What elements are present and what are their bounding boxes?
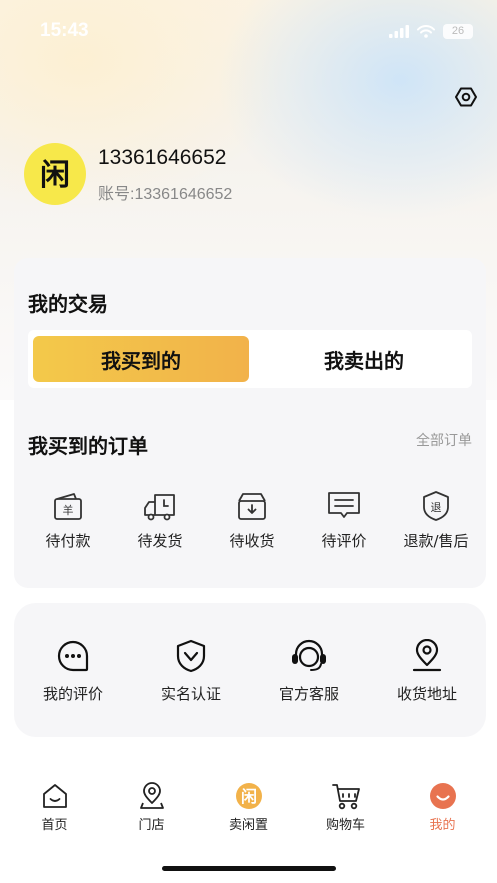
- tab-home[interactable]: 首页: [10, 782, 100, 838]
- order-pending-payment[interactable]: 羊 待付款: [32, 490, 104, 551]
- service-label: 收货地址: [396, 685, 457, 703]
- order-label: 待评价: [321, 532, 367, 550]
- headset-icon: [292, 639, 326, 671]
- tab-label: 我的: [429, 818, 456, 833]
- signal-icon: [389, 25, 409, 38]
- tab-label: 卖闲置: [228, 818, 268, 833]
- order-pending-receipt[interactable]: 待收货: [216, 490, 288, 551]
- order-pending-review[interactable]: 待评价: [308, 490, 380, 551]
- svg-text:退: 退: [431, 501, 442, 514]
- order-label: 待发货: [137, 532, 183, 550]
- review-icon: [328, 492, 360, 518]
- cart-icon: [331, 784, 360, 810]
- order-label: 待收货: [229, 532, 275, 550]
- svg-text:羊: 羊: [63, 503, 74, 517]
- service-customer-support[interactable]: 官方客服: [261, 639, 357, 704]
- orders-title: 我买到的订单: [28, 434, 148, 458]
- order-label: 退款/售后: [403, 532, 469, 550]
- service-address[interactable]: 收货地址: [379, 639, 475, 704]
- status-icons: 26: [389, 24, 473, 39]
- avatar-char: 闲: [40, 158, 70, 193]
- order-label: 待付款: [45, 532, 91, 550]
- avatar-logo-icon: 闲: [40, 158, 70, 193]
- order-status-row: 羊 待付款 待发货 待收货 待评价 退 退款/售后: [14, 490, 486, 551]
- profile-icon: [429, 783, 456, 809]
- services-row: 我的评价 实名认证 官方客服 收货地址: [14, 639, 486, 704]
- home-icon: [42, 784, 67, 808]
- sell-idle-icon: 闲: [235, 783, 262, 809]
- service-label: 实名认证: [160, 685, 221, 703]
- settings-hex-icon[interactable]: [455, 86, 477, 108]
- chat-bubble-icon: [57, 640, 89, 672]
- order-refund-aftersale[interactable]: 退 退款/售后: [400, 490, 472, 551]
- user-name: 13361646652: [98, 146, 227, 169]
- box-receive-icon: [238, 493, 266, 520]
- refund-icon: 退: [423, 491, 449, 521]
- trade-card: 我的交易 我买到的 我卖出的 我买到的订单 全部订单 羊 待付款 待发货 待收货…: [14, 258, 486, 588]
- bottom-tab-bar: 首页 门店 闲 卖闲置 购物车 我的: [0, 782, 497, 838]
- service-label: 官方客服: [278, 685, 339, 703]
- service-real-name[interactable]: 实名认证: [143, 639, 239, 704]
- tab-mine[interactable]: 我的: [398, 782, 488, 838]
- service-label: 我的评价: [42, 685, 103, 703]
- services-card: 我的评价 实名认证 官方客服 收货地址: [14, 603, 486, 737]
- avatar[interactable]: 闲: [24, 143, 86, 205]
- account-id: 账号:13361646652: [98, 186, 233, 203]
- tab-label: 门店: [138, 818, 165, 833]
- delivery-truck-icon: [144, 494, 175, 521]
- wifi-icon: [417, 25, 435, 38]
- all-orders-link[interactable]: 全部订单: [416, 430, 472, 450]
- tab-sell-idle[interactable]: 闲 卖闲置: [204, 782, 294, 838]
- wallet-icon: 羊: [54, 493, 82, 520]
- tab-cart[interactable]: 购物车: [301, 782, 391, 838]
- tab-label: 首页: [41, 818, 68, 833]
- status-time: 15:43: [40, 20, 89, 41]
- store-location-icon: [139, 782, 164, 809]
- svg-text:闲: 闲: [240, 787, 256, 806]
- segment-sold[interactable]: 我卖出的: [256, 336, 472, 382]
- order-pending-shipment[interactable]: 待发货: [124, 490, 196, 551]
- tab-store[interactable]: 门店: [107, 782, 197, 838]
- trade-segment: 我买到的 我卖出的: [28, 330, 472, 388]
- service-my-reviews[interactable]: 我的评价: [25, 639, 121, 704]
- segment-bought[interactable]: 我买到的: [33, 336, 249, 382]
- status-bar: 15:43 26: [0, 18, 497, 48]
- tab-label: 购物车: [325, 818, 365, 833]
- trade-title: 我的交易: [28, 292, 108, 316]
- battery-icon: 26: [443, 24, 473, 39]
- home-indicator[interactable]: [162, 866, 336, 871]
- location-pin-icon: [412, 639, 442, 672]
- shield-check-icon: [176, 639, 206, 673]
